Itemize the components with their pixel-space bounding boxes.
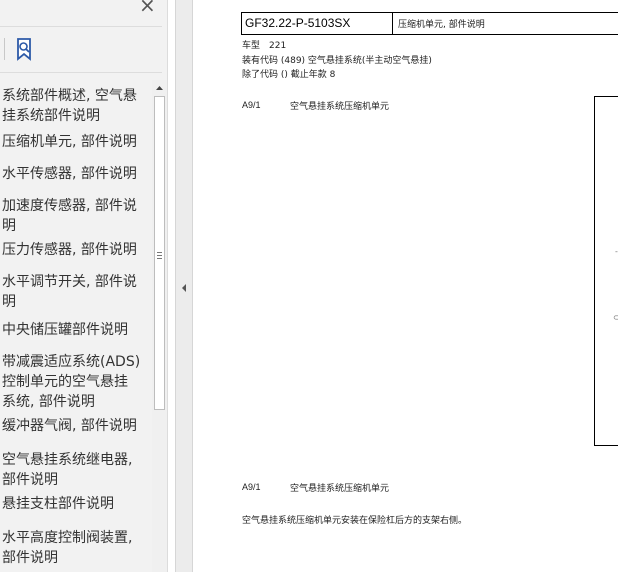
figure-mark: ⊂ <box>613 313 618 322</box>
panel-splitter[interactable] <box>175 0 193 572</box>
toc-item[interactable]: 压缩机单元, 部件说明 <box>2 132 148 152</box>
bookmark-search-icon <box>17 38 31 61</box>
figure-frame: - ⊂ <box>594 96 618 446</box>
grip-line <box>157 258 162 259</box>
doc-title: 压缩机单元, 部件说明 <box>398 20 485 30</box>
document-page: GF32.22-P-5103SX 压缩机单元, 部件说明 车型 221 装有代码… <box>193 0 618 572</box>
doc-id: GF32.22-P-5103SX <box>245 16 351 30</box>
panel-divider <box>0 26 162 27</box>
legend-text: 空气悬挂系统压缩机单元 <box>290 484 390 494</box>
scroll-up-button[interactable] <box>152 80 167 94</box>
description-text: 空气悬挂系统压缩机单元安装在保险杠后方的支架右侧。 <box>242 516 468 526</box>
figure-label-text: 空气悬挂系统压缩机单元 <box>290 102 390 112</box>
close-icon: × <box>139 0 156 17</box>
chevron-left-icon <box>182 284 186 292</box>
toc-scrollbar[interactable] <box>152 80 167 572</box>
legend-code: A9/1 <box>242 482 261 492</box>
toc-item[interactable]: 缓冲器气阀, 部件说明 <box>2 416 148 436</box>
grip-line <box>157 255 162 256</box>
scroll-thumb[interactable] <box>154 96 165 410</box>
toc-item[interactable]: 空气悬挂系统继电器, 部件说明 <box>2 450 148 490</box>
toc-item[interactable]: 水平传感器, 部件说明 <box>2 164 148 184</box>
toc-item[interactable]: 中央储压罐部件说明 <box>2 320 148 340</box>
model-line: 车型 221 <box>242 41 287 51</box>
toc-item[interactable]: 加速度传感器, 部件说 明 <box>2 196 148 236</box>
toc-item[interactable]: 压力传感器, 部件说明 <box>2 240 148 260</box>
figure-mark: - <box>615 247 618 256</box>
toc-item[interactable]: 系统部件概述, 空气悬 挂系统部件说明 <box>2 86 148 126</box>
grip-line <box>157 252 162 253</box>
bookmark-search-button[interactable] <box>13 37 37 61</box>
doc-header-table: GF32.22-P-5103SX 压缩机单元, 部件说明 <box>241 12 618 35</box>
close-panel-button[interactable]: × <box>139 0 157 15</box>
chevron-up-icon <box>156 86 163 90</box>
panel-divider <box>0 72 162 73</box>
collapse-panel-button[interactable] <box>179 280 189 294</box>
except-line: 除了代码 () 截止年款 8 <box>242 70 336 80</box>
code-line: 装有代码 (489) 空气悬挂系统(半主动空气悬挂) <box>242 56 432 66</box>
bookmark-tree: 系统部件概述, 空气悬 挂系统部件说明压缩机单元, 部件说明 水平传感器, 部件说… <box>0 82 152 572</box>
toc-item[interactable]: 悬挂支柱部件说明 <box>2 494 148 514</box>
toc-item[interactable]: 水平高度控制阀装置, 部件说明 <box>2 528 148 568</box>
toolbar-separator <box>4 38 5 60</box>
bookmarks-panel: × 系统部件概述, 空气悬 挂系统部件说明压缩机单元, 部件说明 水平传感器, 部… <box>0 0 168 572</box>
toc-item[interactable]: 水平调节开关, 部件说 明 <box>2 272 148 312</box>
figure-label-code: A9/1 <box>242 100 261 110</box>
table-cell-border <box>392 13 393 34</box>
toc-item[interactable]: 带减震适应系统(ADS) 控制单元的空气悬挂 系统, 部件说明 <box>2 352 148 412</box>
